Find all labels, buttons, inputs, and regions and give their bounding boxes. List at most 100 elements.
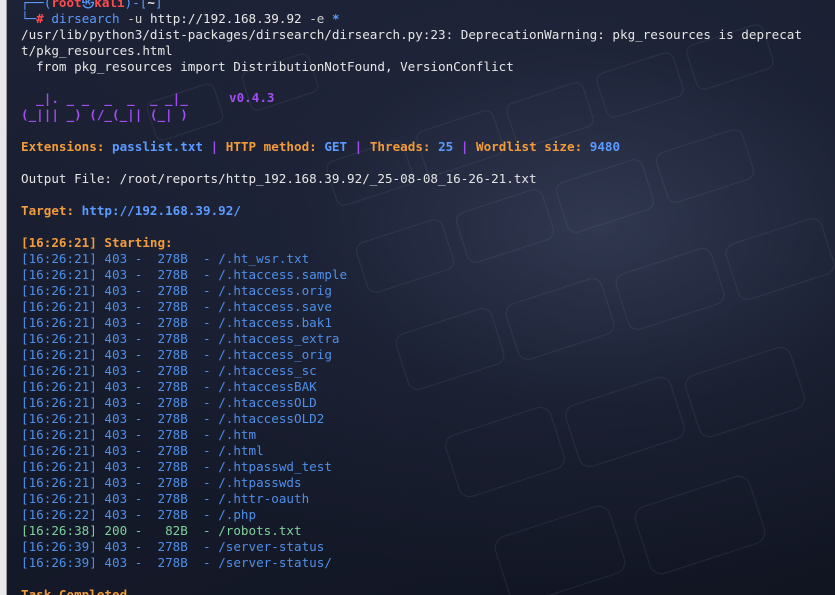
result-row: [16:26:21] 403 - 278B - /.ht_wsr.txt (21, 251, 310, 266)
result-row: [16:26:21] 403 - 278B - /.htaccess_extra (21, 331, 340, 346)
prompt-hash: # (36, 11, 44, 26)
warning-line-2: t/pkg_resources.html (21, 43, 173, 58)
result-path: /.html (218, 443, 264, 458)
result-path: /.httr-oauth (218, 491, 310, 506)
target-line: Target: http://192.168.39.92/ (21, 203, 835, 219)
result-size: 278B (157, 459, 188, 474)
result-size: 278B (157, 411, 188, 426)
result-status: 403 (104, 443, 128, 458)
result-row: [16:26:21] 403 - 278B - /.htaccess_sc (21, 363, 317, 378)
result-time: [16:26:21] (21, 347, 97, 362)
result-time: [16:26:21] (21, 331, 97, 346)
result-time: [16:26:38] (21, 523, 97, 538)
http-method-label: HTTP method: (225, 139, 325, 154)
result-path: /.htaccess.sample (218, 267, 348, 282)
dirsearch-logo: _|. _ _ _ _ _ _|_ v0.4.3 (21, 90, 835, 107)
result-size: 278B (157, 395, 188, 410)
result-time: [16:26:21] (21, 315, 97, 330)
result-path: /.htaccess_sc (218, 363, 317, 378)
result-time: [16:26:21] (21, 475, 97, 490)
result-time: [16:26:21] (21, 491, 97, 506)
prompt-separator: )-[ (124, 0, 148, 10)
separator: | (203, 139, 226, 154)
result-time: [16:26:21] (21, 395, 97, 410)
result-path: /.htaccess_orig (218, 347, 332, 362)
result-size: 278B (157, 347, 188, 362)
result-path: /.htaccessOLD (218, 395, 317, 410)
result-status: 403 (104, 251, 128, 266)
result-path: /.htaccess.bak1 (218, 315, 332, 330)
result-path: /.htm (218, 427, 257, 442)
command-line[interactable]: └─# dirsearch -u http://192.168.39.92 -e… (21, 11, 835, 27)
result-status: 403 (104, 267, 128, 282)
result-size: 278B (157, 331, 188, 346)
prompt-at-icon: ㉿ (81, 0, 95, 10)
command-wildcard: * (331, 11, 340, 26)
result-size: 278B (157, 427, 188, 442)
result-time: [16:26:39] (21, 555, 97, 570)
result-size: 278B (157, 315, 188, 330)
result-row: [16:26:21] 403 - 278B - /.httr-oauth (21, 491, 310, 506)
result-size: 278B (157, 283, 188, 298)
result-status: 403 (104, 555, 128, 570)
wordlist-size-label: Wordlist size: (476, 139, 590, 154)
result-path: /.ht_wsr.txt (218, 251, 310, 266)
result-time: [16:26:21] (21, 299, 97, 314)
result-row: [16:26:21] 403 - 278B - /.htaccess.orig (21, 283, 332, 298)
terminal-window[interactable]: ┌──(root㉿kali)-[~] └─# dirsearch -u http… (0, 0, 835, 595)
result-time: [16:26:21] (21, 363, 97, 378)
dirsearch-logo-line-2: (_||| _) (/_(_|| (_| ) (21, 107, 188, 122)
result-status: 403 (104, 363, 128, 378)
result-path: /.htpasswd_test (218, 459, 332, 474)
result-status: 403 (104, 283, 128, 298)
warning-line-3: from pkg_resources import DistributionNo… (21, 59, 514, 74)
task-completed-line: Task Completed (21, 587, 128, 595)
result-row: [16:26:21] 403 - 278B - /.htpasswd_test (21, 459, 332, 474)
result-row: [16:26:39] 403 - 278B - /server-status/ (21, 555, 332, 570)
result-size: 278B (157, 267, 188, 282)
command-url: http://192.168.39.92 (149, 11, 302, 26)
logo-line-1: _|. _ _ _ _ _ _|_ (21, 91, 188, 106)
result-status: 403 (104, 379, 128, 394)
result-row: [16:26:21] 403 - 278B - /.htaccess.sampl… (21, 267, 348, 282)
result-path: /server-status (218, 539, 325, 554)
result-status: 403 (104, 475, 128, 490)
result-size: 278B (157, 475, 188, 490)
result-status: 403 (104, 331, 128, 346)
target-label: Target: (21, 203, 82, 218)
result-row: [16:26:21] 403 - 278B - /.htaccess_orig (21, 347, 332, 362)
result-path: /.htaccessOLD2 (218, 411, 325, 426)
wordlist-size-value: 9480 (589, 139, 621, 154)
result-size: 278B (157, 363, 188, 378)
result-row: [16:26:21] 403 - 278B - /.htpasswds (21, 475, 302, 490)
results-list: [16:26:21] 403 - 278B - /.ht_wsr.txt [16:… (21, 251, 835, 571)
separator: | (347, 139, 370, 154)
extensions-label: Extensions: (21, 139, 112, 154)
result-size: 278B (157, 251, 188, 266)
warning-line-1: /usr/lib/python3/dist-packages/dirsearch… (21, 27, 802, 42)
result-path: /.htaccess_extra (218, 331, 340, 346)
result-row: [16:26:22] 403 - 278B - /.php (21, 507, 257, 522)
result-time: [16:26:21] (21, 427, 97, 442)
prompt-corner: ┌──( (21, 0, 52, 10)
result-size: 278B (157, 491, 188, 506)
result-time: [16:26:39] (21, 539, 97, 554)
prompt-host: kali (94, 0, 125, 10)
result-row: [16:26:21] 403 - 278B - /.htaccess.save (21, 299, 332, 314)
result-row: [16:26:21] 403 - 278B - /.htaccess.bak1 (21, 315, 332, 330)
result-size: 278B (157, 299, 188, 314)
result-time: [16:26:21] (21, 443, 97, 458)
result-status: 403 (104, 427, 128, 442)
separator: | (453, 139, 476, 154)
result-time: [16:26:22] (21, 507, 97, 522)
result-path: /.htpasswds (218, 475, 302, 490)
result-time: [16:26:21] (21, 459, 97, 474)
version-label: v0.4.3 (229, 90, 275, 105)
threads-value: 25 (438, 139, 454, 154)
terminal-output: ┌──(root㉿kali)-[~] └─# dirsearch -u http… (21, 0, 835, 595)
result-status: 403 (104, 299, 128, 314)
command-flag-e: -e (309, 11, 325, 26)
result-path: /.php (218, 507, 257, 522)
result-size: 278B (157, 507, 188, 522)
result-row: [16:26:39] 403 - 278B - /server-status (21, 539, 325, 554)
